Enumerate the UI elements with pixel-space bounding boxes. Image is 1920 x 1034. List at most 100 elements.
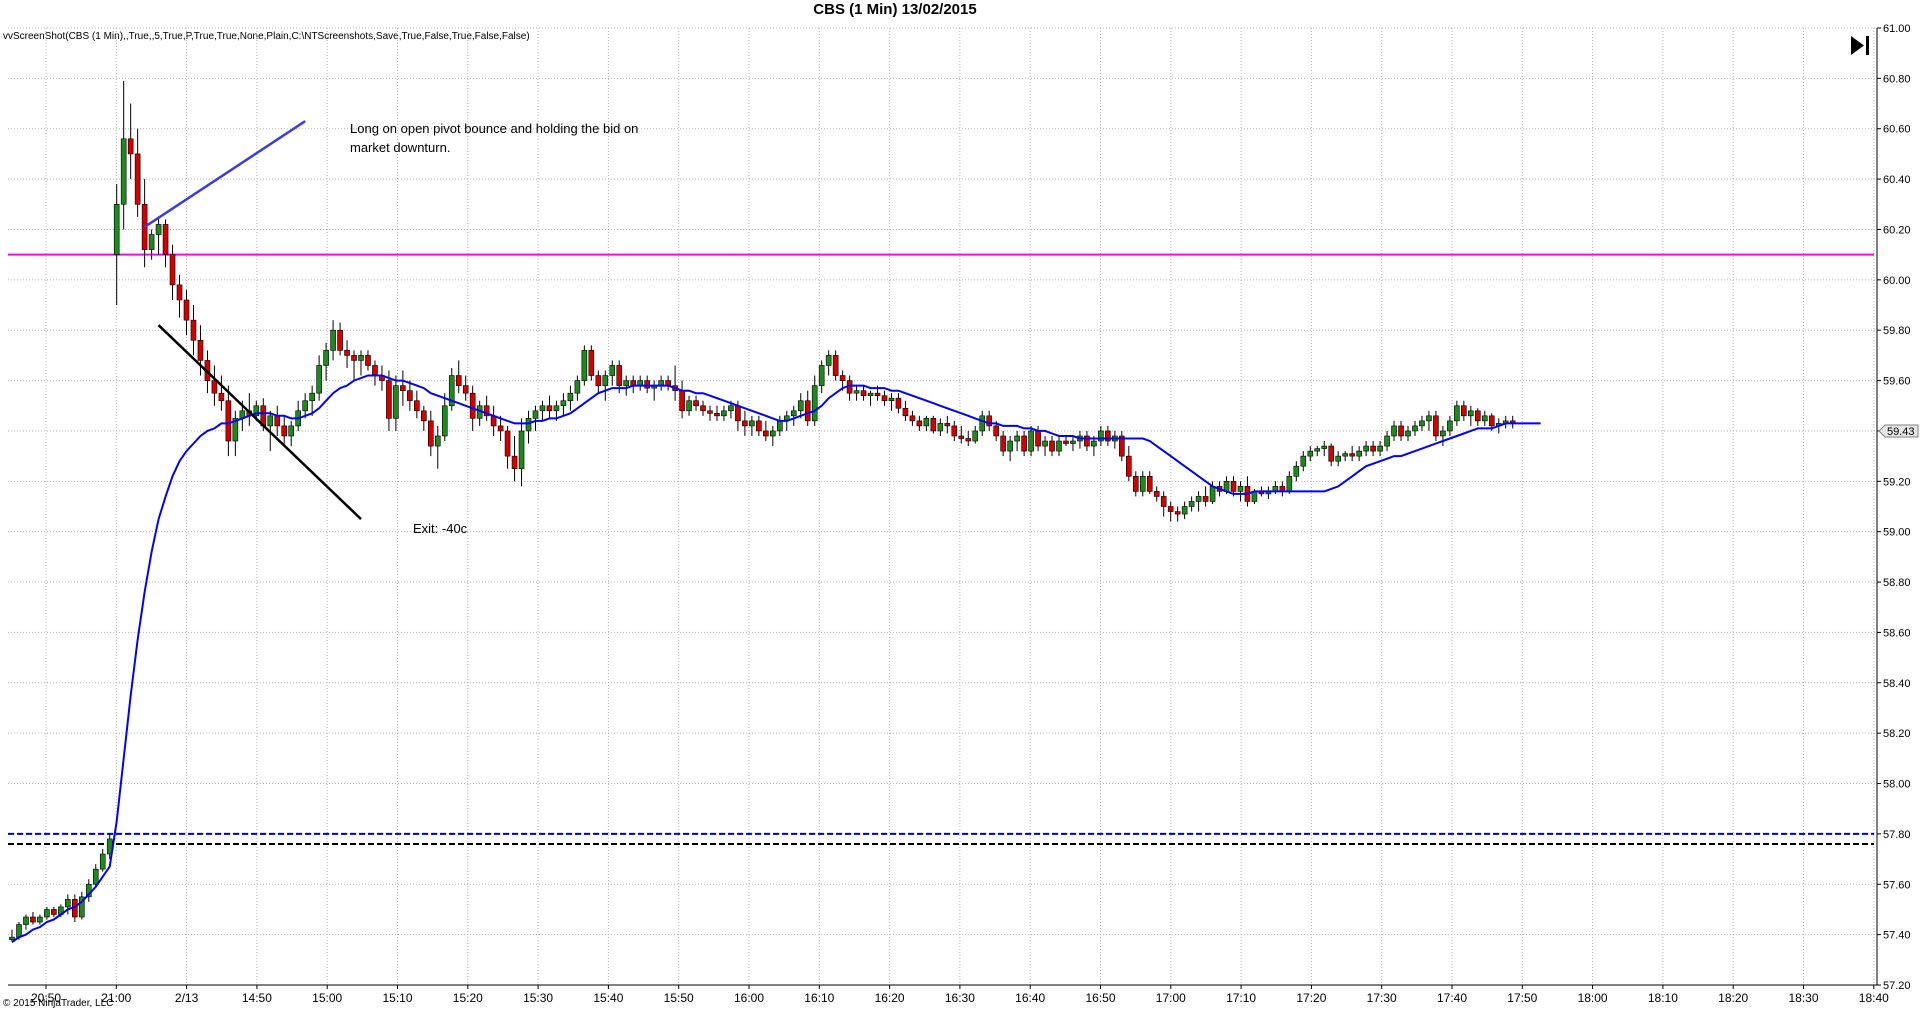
- candle: [1119, 430, 1125, 462]
- candle: [567, 385, 574, 411]
- candle-body: [316, 365, 322, 394]
- candle-body: [930, 418, 937, 432]
- candle-body: [1167, 506, 1174, 512]
- candle-body: [30, 916, 36, 923]
- candle: [1405, 425, 1411, 442]
- candle: [85, 879, 92, 902]
- time-axis[interactable]: 20:50 21:00 2/13 14:50 15:00 15:10 15:20 15:30 1…: [31, 985, 1889, 1005]
- candle-body: [609, 365, 616, 376]
- time-tick-label: 20:50: [31, 991, 61, 1005]
- candle: [1014, 430, 1020, 452]
- price-tick-label: 57.80: [1883, 829, 1911, 841]
- candle-body: [37, 916, 43, 923]
- candle: [1314, 446, 1321, 457]
- candle-body: [721, 410, 727, 417]
- candle-body: [155, 224, 162, 235]
- candle: [574, 375, 581, 401]
- candle: [511, 435, 518, 482]
- candle-body: [176, 284, 183, 301]
- price-tick-label: 60.80: [1883, 73, 1911, 85]
- candle-body: [797, 400, 804, 412]
- price-tick-label: 58.80: [1883, 577, 1911, 589]
- candle-body: [1461, 405, 1467, 417]
- candle-body: [1293, 465, 1300, 477]
- candle-body: [770, 430, 776, 437]
- price-tick-label: 58.20: [1883, 728, 1911, 740]
- candle-body: [51, 909, 57, 915]
- candle-body: [1042, 440, 1048, 447]
- candle-body: [518, 430, 525, 470]
- price-tick-label: 59.00: [1883, 527, 1911, 539]
- candle: [958, 425, 965, 444]
- drawn-trend-lines[interactable]: [143, 120, 362, 520]
- candle-body: [1405, 430, 1411, 437]
- candle: [965, 430, 972, 447]
- candle-body: [951, 425, 958, 437]
- candle: [658, 375, 664, 391]
- candle: [1509, 415, 1516, 429]
- price-axis[interactable]: 57.2057.4057.6057.8058.0058.2058.4058.60…: [8, 23, 1911, 992]
- candle: [1188, 496, 1195, 512]
- candle-body: [323, 350, 329, 366]
- candle: [183, 289, 190, 336]
- candle: [1475, 408, 1481, 426]
- candle-body: [839, 375, 846, 381]
- candle: [714, 405, 720, 421]
- candle: [1328, 443, 1335, 467]
- skip-to-end-icon[interactable]: [1851, 36, 1869, 55]
- candle: [169, 244, 176, 300]
- candle: [609, 360, 616, 386]
- candle: [211, 365, 218, 406]
- candle: [867, 390, 874, 406]
- candle: [937, 418, 944, 436]
- candle-body: [113, 203, 120, 255]
- candle: [1440, 425, 1446, 447]
- candle-body: [441, 405, 448, 437]
- candle-body: [1419, 420, 1425, 427]
- candle-body: [909, 415, 916, 422]
- candle: [637, 375, 644, 391]
- time-tick-label: 15:40: [593, 991, 623, 1005]
- candle-body: [581, 350, 588, 381]
- candle-body: [742, 420, 748, 427]
- candle-body: [462, 385, 469, 394]
- entry-arrow: [143, 120, 306, 228]
- candle-body: [993, 425, 999, 437]
- candle: [120, 80, 127, 230]
- candle-body: [881, 395, 888, 402]
- candle: [825, 350, 832, 376]
- candle-body: [546, 405, 553, 412]
- candle: [427, 410, 434, 457]
- price-tick-label: 60.00: [1883, 275, 1911, 287]
- candle: [811, 375, 818, 426]
- candle: [651, 380, 657, 401]
- candle: [1021, 430, 1027, 457]
- candle: [379, 365, 385, 391]
- candle-body: [1056, 440, 1062, 452]
- candle-body: [965, 438, 972, 442]
- candle-body: [44, 909, 50, 918]
- candle: [770, 425, 776, 447]
- last-price-value: 59.43: [1887, 426, 1915, 438]
- candle-body: [9, 936, 15, 940]
- price-tick-label: 61.00: [1883, 23, 1911, 35]
- time-tick-label: 16:30: [945, 991, 975, 1005]
- candle: [225, 385, 232, 457]
- candle-body: [790, 410, 797, 417]
- time-tick-label: 2/13: [175, 991, 199, 1005]
- price-tick-label: 58.00: [1883, 779, 1911, 791]
- candle-body: [1433, 415, 1439, 437]
- candle: [1293, 461, 1300, 482]
- candle-body: [372, 365, 378, 376]
- candle: [358, 350, 364, 376]
- candle: [393, 375, 399, 431]
- candle-body: [525, 418, 532, 432]
- candle: [351, 350, 357, 381]
- candle-body: [1363, 445, 1369, 452]
- time-tick-label: 18:20: [1718, 991, 1748, 1005]
- time-tick-label: 15:20: [453, 991, 483, 1005]
- price-chart[interactable]: 57.2057.4057.6057.8058.0058.2058.4058.60…: [0, 0, 1920, 1034]
- candle-body: [1328, 445, 1335, 462]
- candle: [979, 410, 986, 436]
- candle-body: [1488, 415, 1495, 427]
